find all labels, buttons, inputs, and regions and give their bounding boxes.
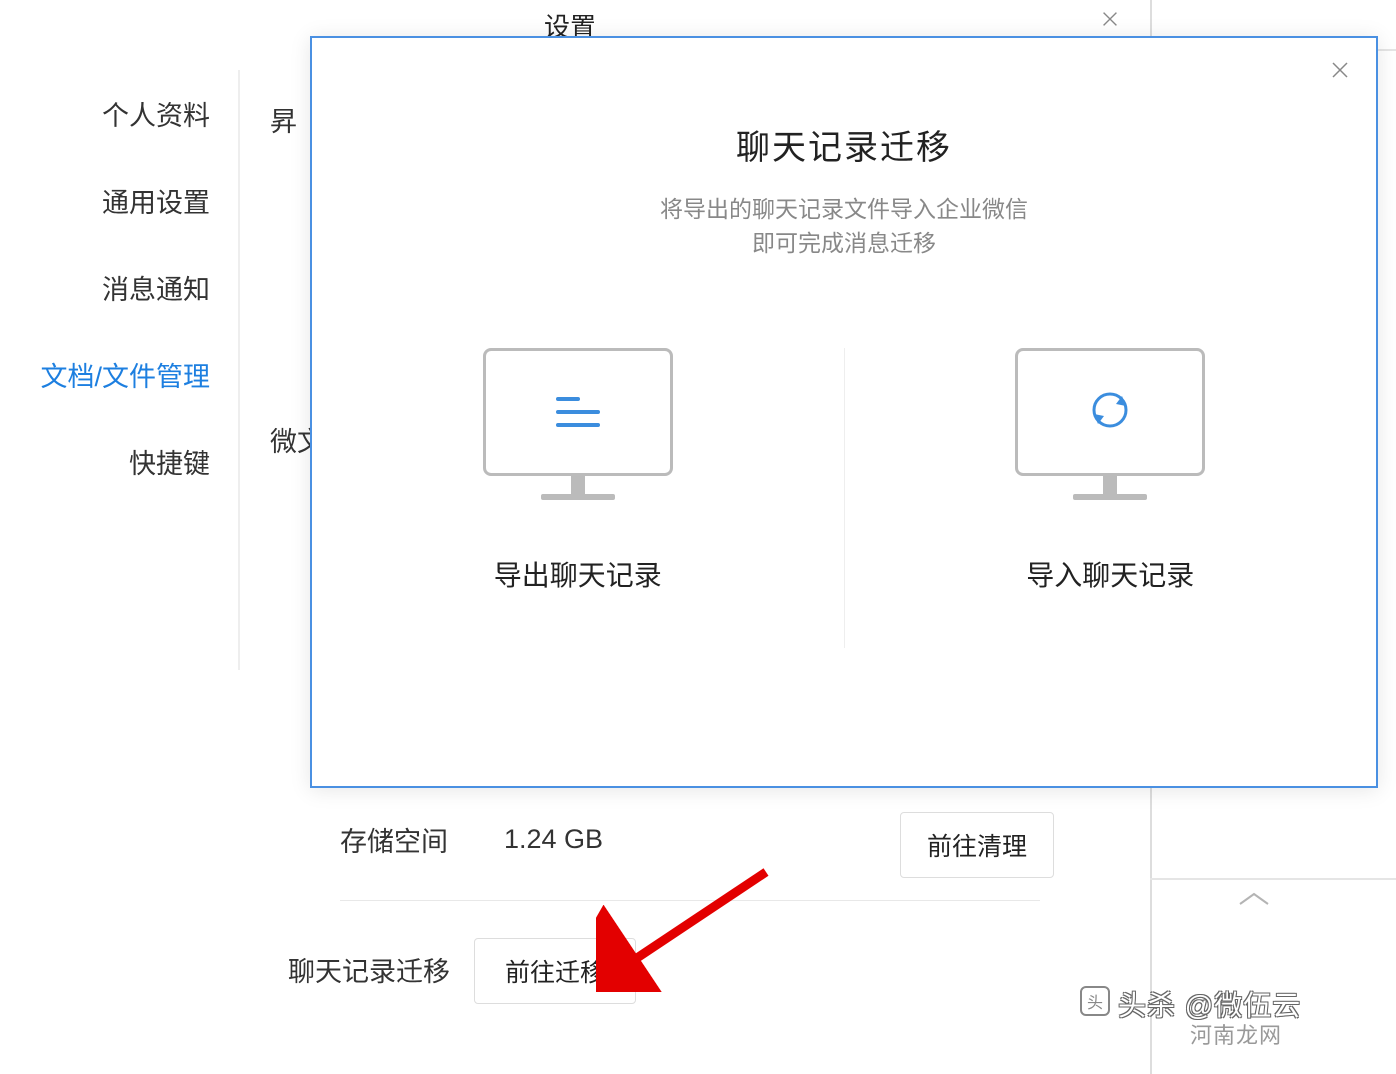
migrate-button[interactable]: 前往迁移 [474,938,636,1004]
watermark-logo-icon: 头 [1080,986,1110,1016]
sidebar-item-general[interactable]: 通用设置 [0,157,238,244]
sidebar-item-shortcuts[interactable]: 快捷键 [0,418,238,505]
settings-close-button[interactable] [1096,7,1124,35]
modal-subtitle-2: 即可完成消息迁移 [312,224,1376,258]
import-chat-option[interactable]: 导入聊天记录 [845,348,1377,648]
sidebar-item-notifications[interactable]: 消息通知 [0,244,238,331]
collapse-chevron[interactable] [1236,890,1272,915]
chat-migrate-label: 聊天记录迁移 [288,950,450,989]
export-chat-option[interactable]: 导出聊天记录 [312,348,845,648]
list-icon [556,397,600,427]
chevron-up-icon [1236,897,1272,914]
monitor-icon [483,348,673,508]
storage-label: 存储空间 [340,820,448,859]
watermark-text-2: 河南龙网 [1190,1018,1282,1050]
cleanup-button[interactable]: 前往清理 [900,812,1054,878]
sidebar-item-profile[interactable]: 个人资料 [0,70,238,157]
sidebar-item-files[interactable]: 文档/文件管理 [0,331,238,418]
partial-content-label-top: 昇 [270,100,297,139]
modal-title: 聊天记录迁移 [312,120,1376,169]
close-icon [1328,58,1352,87]
right-divider-bottom [1150,878,1396,880]
divider [340,900,1040,901]
close-icon [1099,8,1121,35]
modal-subtitle-1: 将导出的聊天记录文件导入企业微信 [312,190,1376,224]
export-option-label: 导出聊天记录 [494,554,662,594]
storage-value: 1.24 GB [504,824,603,855]
settings-sidebar: 个人资料 通用设置 消息通知 文档/文件管理 快捷键 [0,70,240,670]
sync-icon [1086,386,1134,439]
chat-migrate-modal: 聊天记录迁移 将导出的聊天记录文件导入企业微信 即可完成消息迁移 导出聊天记录 [310,36,1378,788]
import-option-label: 导入聊天记录 [1026,554,1194,594]
modal-close-button[interactable] [1326,58,1354,86]
modal-options: 导出聊天记录 导入聊天记录 [312,348,1376,648]
monitor-icon [1015,348,1205,508]
